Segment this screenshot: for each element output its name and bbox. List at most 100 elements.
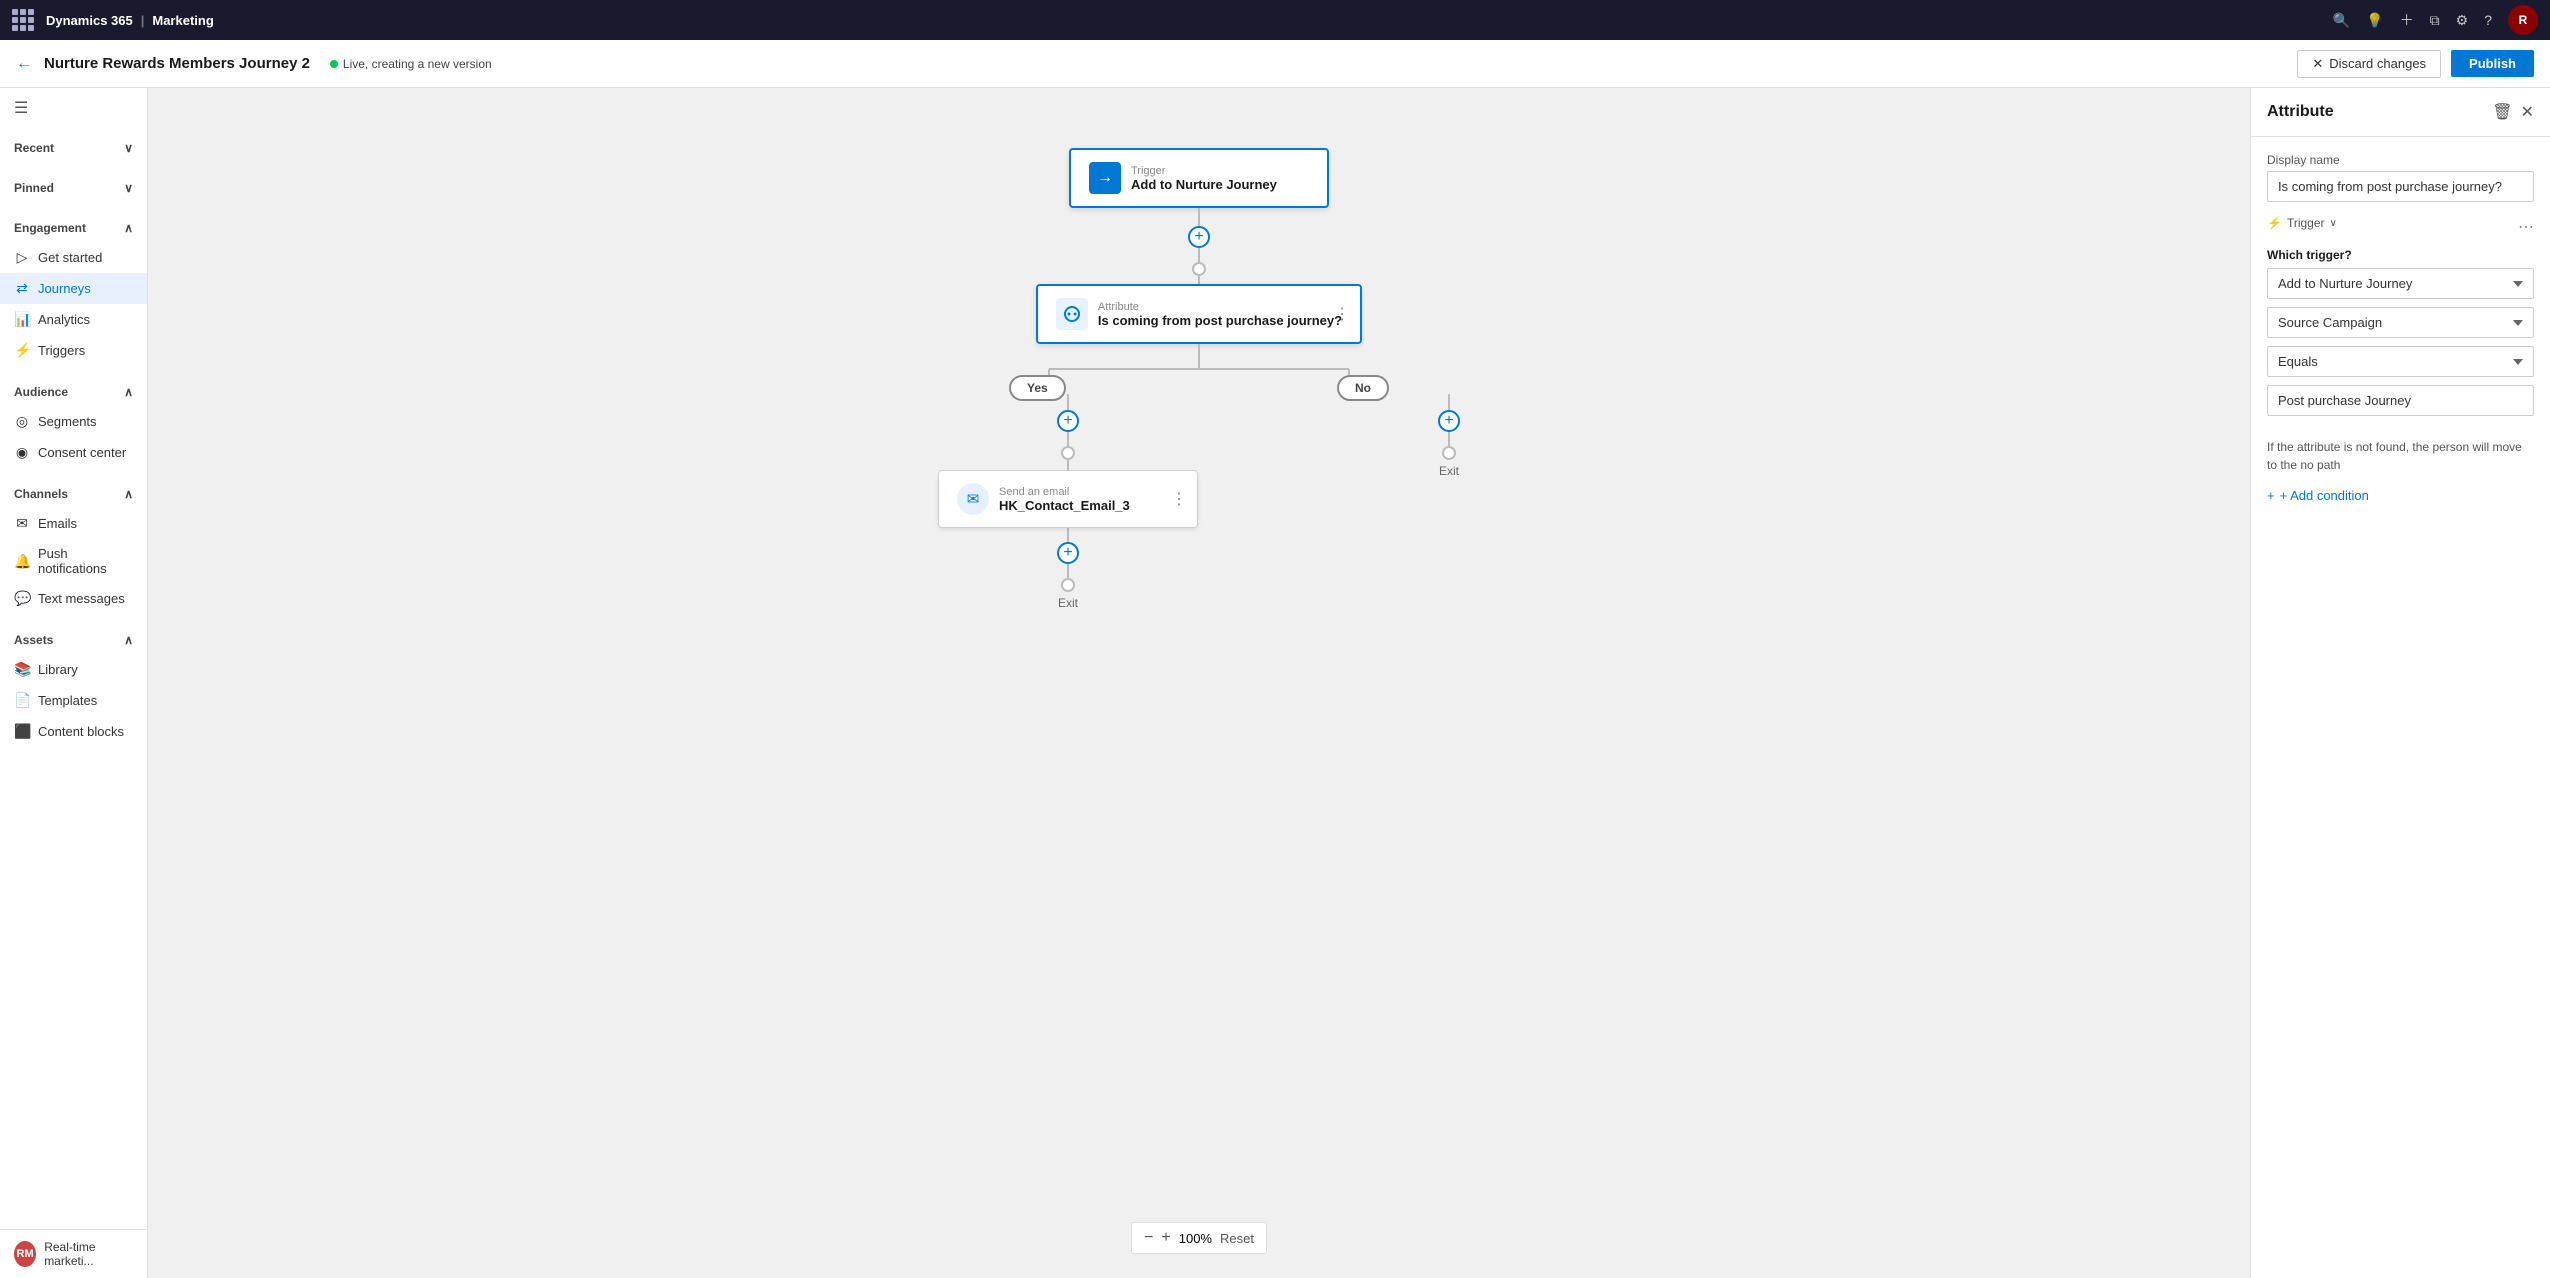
- plus-button-1[interactable]: +: [1188, 226, 1210, 248]
- yes-plus-button[interactable]: +: [1057, 410, 1079, 432]
- yes-circle2: [1061, 578, 1075, 592]
- assets-chevron-icon: ∧: [124, 633, 133, 647]
- sidebar-item-emails[interactable]: ✉ Emails: [0, 508, 147, 539]
- email-more-button[interactable]: ⋮: [1171, 489, 1187, 509]
- publish-button[interactable]: Publish: [2451, 50, 2534, 77]
- assets-header[interactable]: Assets ∧: [0, 626, 147, 654]
- zoom-controls: − + 100% Reset: [1131, 1222, 1267, 1254]
- yes-line1: [1067, 394, 1069, 410]
- app-name: Dynamics 365: [46, 13, 133, 28]
- trigger-row: ⚡ Trigger ∨ ⋯: [2267, 216, 2534, 238]
- attribute-node[interactable]: Attribute Is coming from post purchase j…: [1036, 284, 1362, 344]
- attribute-more-button[interactable]: ⋮: [1334, 304, 1350, 324]
- value-input[interactable]: [2267, 385, 2534, 416]
- yes-line2: [1067, 432, 1069, 446]
- trigger-node[interactable]: → Trigger Add to Nurture Journey: [1069, 148, 1329, 208]
- grid-icon[interactable]: [12, 9, 34, 31]
- sidebar-item-triggers[interactable]: ⚡ Triggers: [0, 335, 147, 366]
- canvas-area[interactable]: → Trigger Add to Nurture Journey +: [148, 88, 2250, 1278]
- sidebar-item-journeys[interactable]: ⇄ Journeys: [0, 273, 147, 304]
- subheader: ← Nurture Rewards Members Journey 2 Live…: [0, 40, 2550, 88]
- zoom-plus-button[interactable]: +: [1161, 1229, 1170, 1247]
- help-icon[interactable]: ?: [2484, 12, 2492, 28]
- content-blocks-icon: ⬛: [14, 723, 30, 740]
- back-button[interactable]: ←: [16, 55, 32, 73]
- status-dot: [330, 60, 338, 68]
- email-node[interactable]: ✉ Send an email HK_Contact_Email_3 ⋮: [938, 470, 1198, 528]
- no-branch: + Exit: [1438, 394, 1460, 478]
- engagement-chevron-icon: ∧: [124, 221, 133, 235]
- library-icon: 📚: [14, 661, 30, 678]
- add-condition-button[interactable]: + + Add condition: [2267, 488, 2369, 503]
- sidebar-item-text[interactable]: 💬 Text messages: [0, 583, 147, 614]
- zoom-reset-button[interactable]: Reset: [1220, 1231, 1254, 1246]
- trigger-badge-button[interactable]: ⚡ Trigger ∨: [2267, 216, 2337, 230]
- app-logo: Dynamics 365 | Marketing: [46, 13, 214, 28]
- settings-icon[interactable]: ⚙: [2456, 12, 2469, 29]
- add-icon: +: [2267, 488, 2275, 503]
- yes-branch: + ✉ Send an email HK_Contact_Email_3 ⋮: [938, 394, 1198, 610]
- sidebar-item-push[interactable]: 🔔 Push notifications: [0, 539, 147, 583]
- source-campaign-select[interactable]: Source Campaign: [2267, 307, 2534, 338]
- close-icon[interactable]: ✕: [2521, 102, 2534, 122]
- trigger-select[interactable]: Add to Nurture Journey: [2267, 268, 2534, 299]
- hamburger-button[interactable]: ☰: [0, 88, 147, 128]
- getstarted-icon: ▷: [14, 249, 30, 266]
- yes-plus-button-2[interactable]: +: [1057, 542, 1079, 564]
- sidebar-item-analytics[interactable]: 📊 Analytics: [0, 304, 147, 335]
- sidebar-item-segments[interactable]: ◎ Segments: [0, 406, 147, 437]
- consent-icon: ◉: [14, 444, 30, 461]
- right-panel: Attribute 🗑 ✕ Display name ⚡ Trigger ∨ ⋯…: [2250, 88, 2550, 1278]
- recent-header[interactable]: Recent ∨: [0, 134, 147, 162]
- yes-line3: [1067, 460, 1069, 470]
- filter-icon[interactable]: ⧉: [2430, 12, 2440, 29]
- sidebar-item-consent[interactable]: ◉ Consent center: [0, 437, 147, 468]
- trigger-lightning-icon: ⚡: [2267, 216, 2282, 230]
- which-trigger-label: Which trigger?: [2267, 248, 2534, 262]
- add-icon[interactable]: ＋: [2400, 10, 2414, 30]
- trigger-icon: →: [1089, 162, 1121, 194]
- no-line1: [1448, 394, 1450, 410]
- main-layout: ☰ Recent ∨ Pinned ∨ Engagement ∧ ▷ Get s…: [0, 88, 2550, 1278]
- audience-header[interactable]: Audience ∧: [0, 378, 147, 406]
- channels-header[interactable]: Channels ∧: [0, 480, 147, 508]
- org-avatar: RM: [14, 1241, 36, 1267]
- attr-label-main: Is coming from post purchase journey?: [1098, 313, 1342, 328]
- sidebar-item-library[interactable]: 📚 Library: [0, 654, 147, 685]
- right-panel-header: Attribute 🗑 ✕: [2251, 88, 2550, 137]
- status-area: Live, creating a new version: [330, 57, 492, 71]
- right-panel-body: Display name ⚡ Trigger ∨ ⋯ Which trigger…: [2251, 137, 2550, 1278]
- sidebar-bottom[interactable]: RM Real-time marketi...: [0, 1229, 147, 1278]
- sidebar-item-getstarted[interactable]: ▷ Get started: [0, 242, 147, 273]
- sidebar: ☰ Recent ∨ Pinned ∨ Engagement ∧ ▷ Get s…: [0, 88, 148, 1278]
- yes-circle: [1061, 446, 1075, 460]
- engagement-header[interactable]: Engagement ∧: [0, 214, 147, 242]
- trigger-options-button[interactable]: ⋯: [2518, 217, 2534, 237]
- discard-button[interactable]: ✕ Discard changes: [2297, 50, 2441, 78]
- journey-title: Nurture Rewards Members Journey 2: [44, 55, 310, 72]
- no-plus-button[interactable]: +: [1438, 410, 1460, 432]
- lightbulb-icon[interactable]: 💡: [2366, 12, 2383, 29]
- assets-section: Assets ∧ 📚 Library 📄 Templates ⬛ Content…: [0, 620, 147, 753]
- journey-canvas: → Trigger Add to Nurture Journey +: [148, 88, 2250, 1278]
- trash-icon[interactable]: 🗑: [2492, 102, 2512, 122]
- templates-icon: 📄: [14, 692, 30, 709]
- attribute-icon: [1056, 298, 1088, 330]
- sidebar-item-templates[interactable]: 📄 Templates: [0, 685, 147, 716]
- equals-select[interactable]: Equals: [2267, 346, 2534, 377]
- pinned-header[interactable]: Pinned ∨: [0, 174, 147, 202]
- display-name-input[interactable]: [2267, 171, 2534, 202]
- sidebar-item-content-blocks[interactable]: ⬛ Content blocks: [0, 716, 147, 747]
- no-exit-label: Exit: [1439, 464, 1459, 478]
- zoom-minus-button[interactable]: −: [1144, 1229, 1153, 1247]
- yes-exit-label: Exit: [1058, 596, 1078, 610]
- search-icon[interactable]: 🔍: [2333, 12, 2350, 29]
- trigger-label-main: Add to Nurture Journey: [1131, 177, 1277, 192]
- right-panel-title: Attribute: [2267, 103, 2334, 121]
- push-icon: 🔔: [14, 553, 30, 570]
- branch-line-row: Yes No: [959, 344, 1439, 394]
- zoom-level: 100%: [1179, 1231, 1212, 1246]
- email-icon: ✉: [957, 483, 989, 515]
- status-text: Live, creating a new version: [343, 57, 492, 71]
- user-avatar[interactable]: R: [2508, 5, 2538, 35]
